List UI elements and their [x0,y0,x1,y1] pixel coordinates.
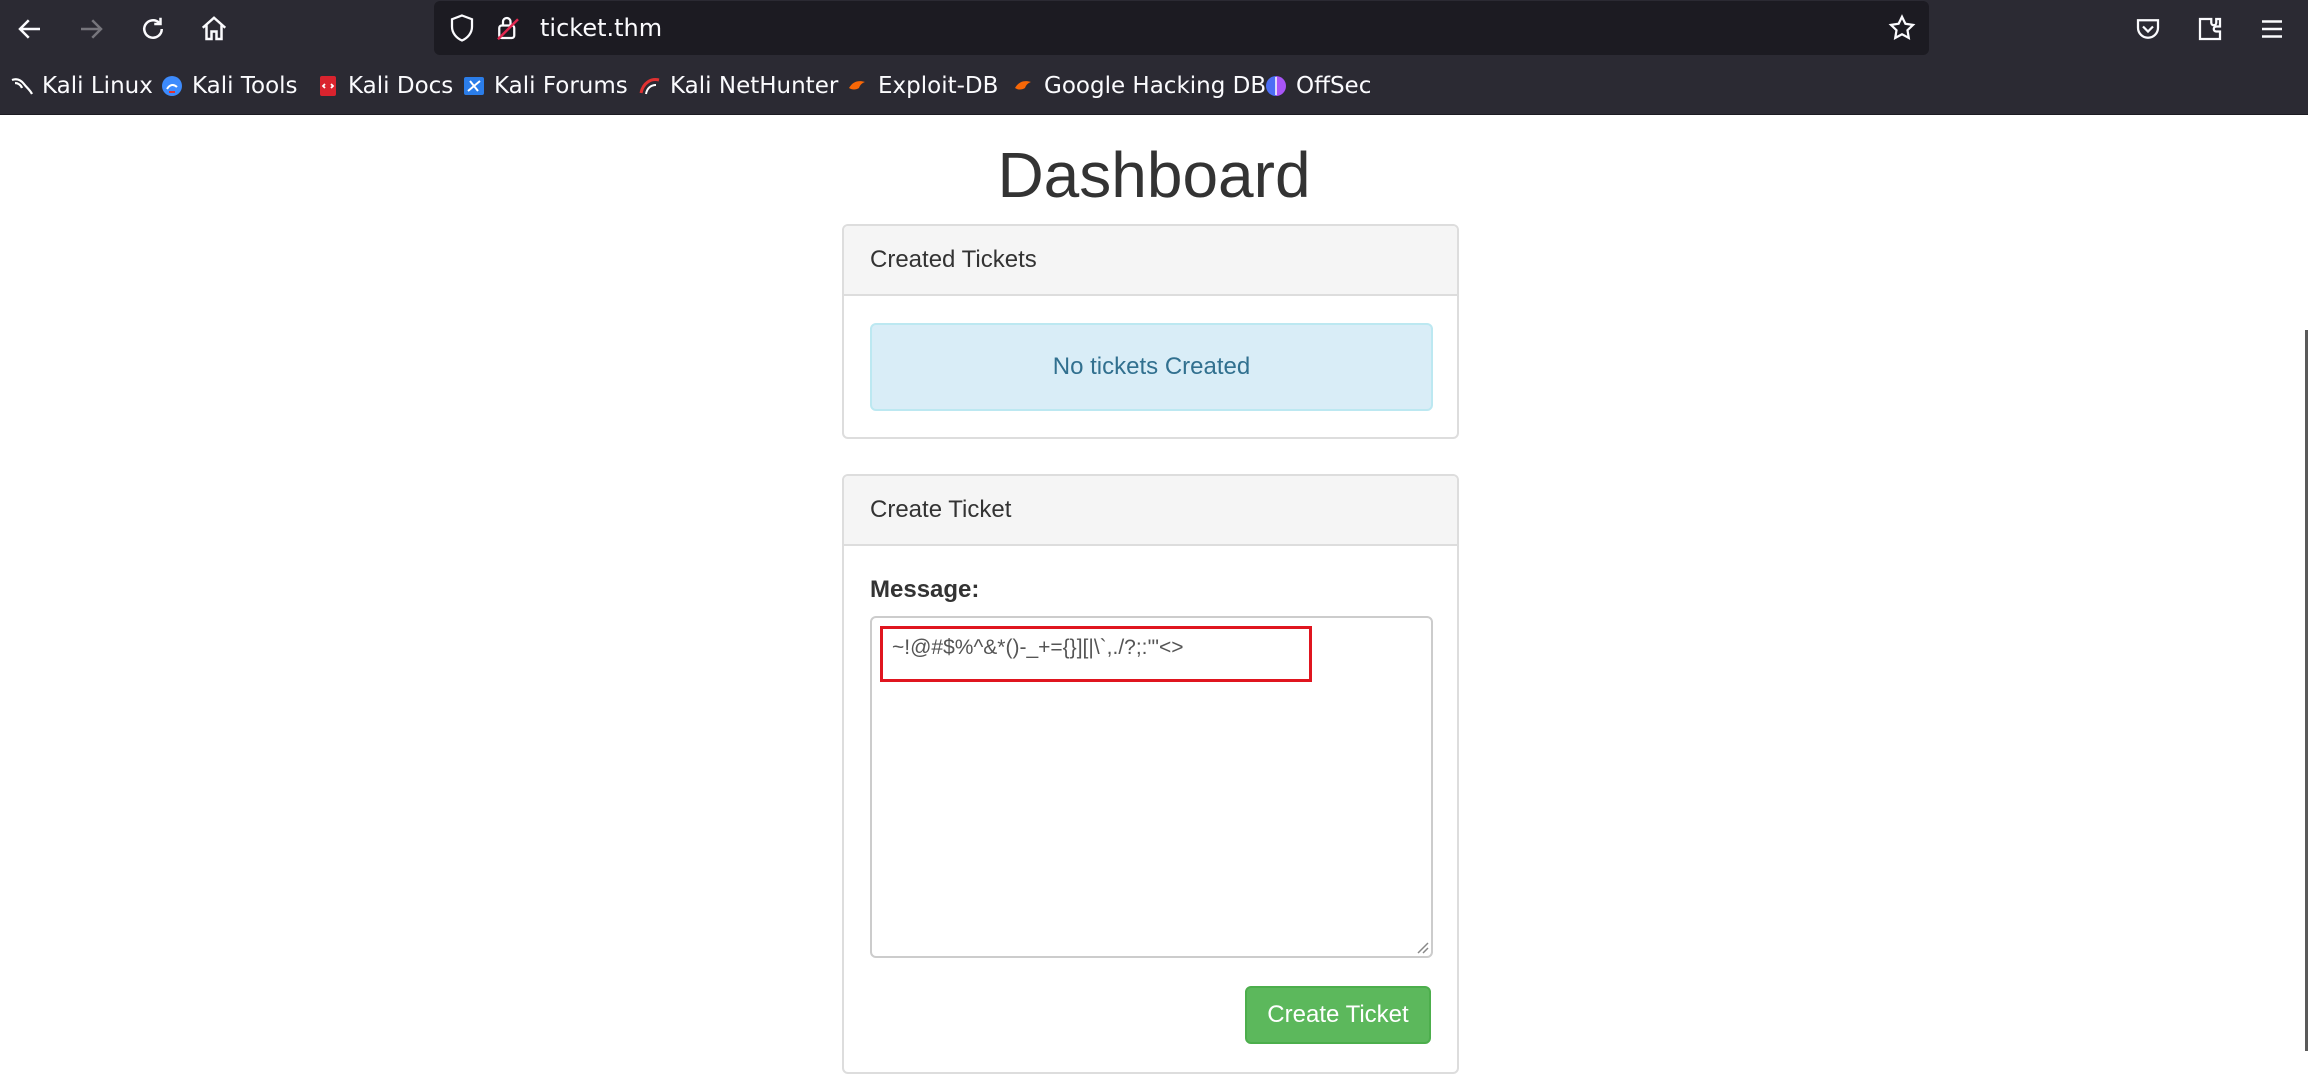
bookmark-kali-tools[interactable]: Kali Tools [160,72,298,100]
tracking-protection-shield-icon[interactable] [447,13,477,43]
nethunter-icon [639,78,660,95]
bookmark-kali-nethunter[interactable]: Kali NetHunter [638,72,838,100]
back-button[interactable] [10,9,50,49]
bookmark-label: Google Hacking DB [1044,73,1267,99]
annotation-highlight-box [880,626,1312,682]
page-title: Dashboard [997,139,1311,211]
pocket-button[interactable] [2128,9,2168,49]
bookmark-label: Kali Tools [192,73,298,99]
pocket-icon [2136,19,2160,39]
insecure-lock-icon[interactable] [493,13,523,43]
menu-button[interactable] [2252,9,2292,49]
extensions-button[interactable] [2190,9,2230,49]
bookmark-exploit-db[interactable]: Exploit-DB [846,72,998,100]
create-ticket-heading: Create Ticket [844,476,1457,546]
browser-toolbar: ticket.thm [0,0,2308,58]
bookmarks-toolbar: Kali Linux Kali Tools Kali Docs Kali For… [0,58,2308,115]
home-button[interactable] [194,9,234,49]
bookmark-label: Kali NetHunter [670,73,839,99]
home-icon [201,16,227,41]
message-label: Message: [870,576,980,603]
reload-button[interactable] [133,9,173,49]
created-tickets-panel: Created Tickets No tickets Created [842,224,1459,439]
forward-button[interactable] [71,9,111,49]
address-bar[interactable]: ticket.thm [434,1,1929,55]
resize-grip-icon[interactable] [1413,938,1429,954]
created-tickets-heading: Created Tickets [844,226,1457,296]
kali-docs-icon [320,76,336,96]
arrow-right-icon [81,19,103,39]
exploit-db-icon [849,81,865,90]
offsec-icon [1266,76,1286,96]
reload-icon [143,17,163,39]
no-tickets-alert: No tickets Created [870,323,1433,411]
bookmark-google-hacking-db[interactable]: Google Hacking DB [1012,72,1266,100]
url-text[interactable]: ticket.thm [540,14,662,42]
bookmark-star-icon[interactable] [1887,13,1917,43]
create-ticket-button[interactable]: Create Ticket [1245,986,1431,1044]
ghdb-icon [1015,81,1031,90]
bookmark-label: Kali Linux [42,73,153,99]
menu-icon [2262,20,2282,38]
bookmark-label: Exploit-DB [878,73,999,99]
bookmark-kali-docs[interactable]: Kali Docs [316,72,453,100]
kali-tools-icon [162,76,182,96]
no-tickets-message: No tickets Created [1052,353,1251,380]
kali-dragon-icon [11,78,33,95]
bookmark-label: Kali Docs [348,73,454,99]
extensions-icon [2198,17,2222,41]
bookmark-label: OffSec [1296,73,1372,99]
create-ticket-panel: Create Ticket Message: ~!@#$%^&*()-_+={}… [842,474,1459,1074]
bookmark-kali-forums[interactable]: Kali Forums [462,72,628,100]
bookmark-offsec[interactable]: OffSec [1264,72,1371,100]
kali-forums-icon [464,77,484,95]
bookmark-kali-linux[interactable]: Kali Linux [10,72,153,100]
arrow-left-icon [18,19,40,39]
bookmark-label: Kali Forums [494,73,628,99]
